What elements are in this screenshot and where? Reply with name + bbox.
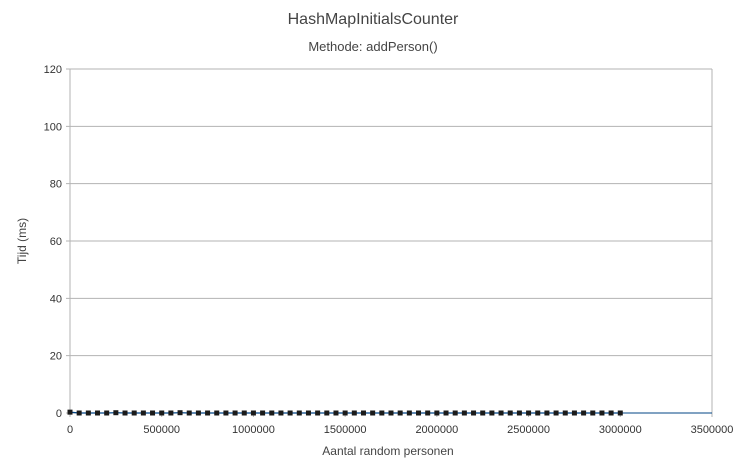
data-point-marker [177,410,183,416]
x-tick-label: 3000000 [599,424,642,436]
data-point-marker [544,410,550,416]
data-point-marker [516,410,522,416]
data-point-marker [122,410,128,416]
data-point-marker [571,410,577,416]
data-point-marker [296,410,302,416]
data-point-marker [269,410,275,416]
data-point-marker [351,410,357,416]
y-tick-label: 40 [50,293,62,305]
data-point-marker [489,410,495,416]
y-tick-label: 20 [50,351,62,363]
data-point-marker [452,410,458,416]
data-point-marker [250,410,256,416]
data-point-marker [186,410,192,416]
data-point-marker [95,410,101,416]
data-point-marker [562,410,568,416]
data-point-marker [150,410,156,416]
y-tick-label: 80 [50,179,62,191]
data-point-marker [553,410,559,416]
data-point-marker [214,410,220,416]
data-point-marker [535,410,541,416]
x-tick-label: 500000 [143,424,180,436]
data-point-marker [388,410,394,416]
data-point-marker [104,410,110,416]
x-tick-label: 2500000 [507,424,550,436]
chart-title: HashMapInitialsCounter [288,11,459,28]
data-point-marker [315,410,321,416]
data-point-marker [287,410,293,416]
x-axis-label: Aantal random personen [322,444,453,458]
data-point-marker [360,410,366,416]
data-point-marker [498,410,504,416]
data-point-marker [168,410,174,416]
data-point-marker [223,410,229,416]
data-point-marker [205,410,211,416]
data-point-marker [333,410,339,416]
y-tick-label: 60 [50,236,62,248]
data-point-marker [131,410,137,416]
data-point-marker [608,410,614,416]
data-point-marker [379,410,385,416]
data-point-marker [305,410,311,416]
data-point-marker [324,410,330,416]
data-point-marker [232,410,238,416]
data-point-marker [507,410,513,416]
y-tick-label: 0 [56,408,62,420]
data-point-marker [397,410,403,416]
x-tick-label: 1000000 [232,424,275,436]
data-point-marker [599,410,605,416]
data-point-marker [471,410,477,416]
data-point-marker [278,410,284,416]
data-point-marker [581,410,587,416]
data-point-marker [617,410,623,416]
data-point-marker [526,410,532,416]
data-point-marker [425,410,431,416]
data-point-marker [67,409,73,415]
x-tick-label: 0 [67,424,73,436]
data-point-marker [76,410,82,416]
y-axis-label: Tijd (ms) [15,218,29,264]
data-point-marker [443,410,449,416]
x-tick-label: 1500000 [324,424,367,436]
axes [69,69,713,417]
data-point-marker [342,410,348,416]
data-point-marker [85,410,91,416]
x-tick-label: 2000000 [415,424,458,436]
data-point-marker [434,410,440,416]
y-tick-labels: 0 20 40 60 80 100 120 [44,64,62,420]
x-tick-labels: 0 500000 1000000 1500000 2000000 2500000 30000… [67,424,733,436]
data-point-marker [241,410,247,416]
data-point-marker [590,410,596,416]
data-point-marker [406,410,412,416]
data-point-marker [260,410,266,416]
data-point-marker [416,410,422,416]
data-point-marker [480,410,486,416]
data-point-marker [113,410,119,416]
data-point-marker [461,410,467,416]
x-tick-label: 3500000 [691,424,734,436]
y-tick-label: 120 [44,64,62,76]
line-chart: HashMapInitialsCounter Methode: addPerso… [15,11,733,458]
data-point-marker [195,410,201,416]
data-series [67,409,712,416]
y-tick-label: 100 [44,121,62,133]
data-point-marker [370,410,376,416]
chart-subtitle: Methode: addPerson() [308,39,437,54]
data-point-marker [159,410,165,416]
data-point-marker [140,410,146,416]
gridlines [66,68,712,414]
